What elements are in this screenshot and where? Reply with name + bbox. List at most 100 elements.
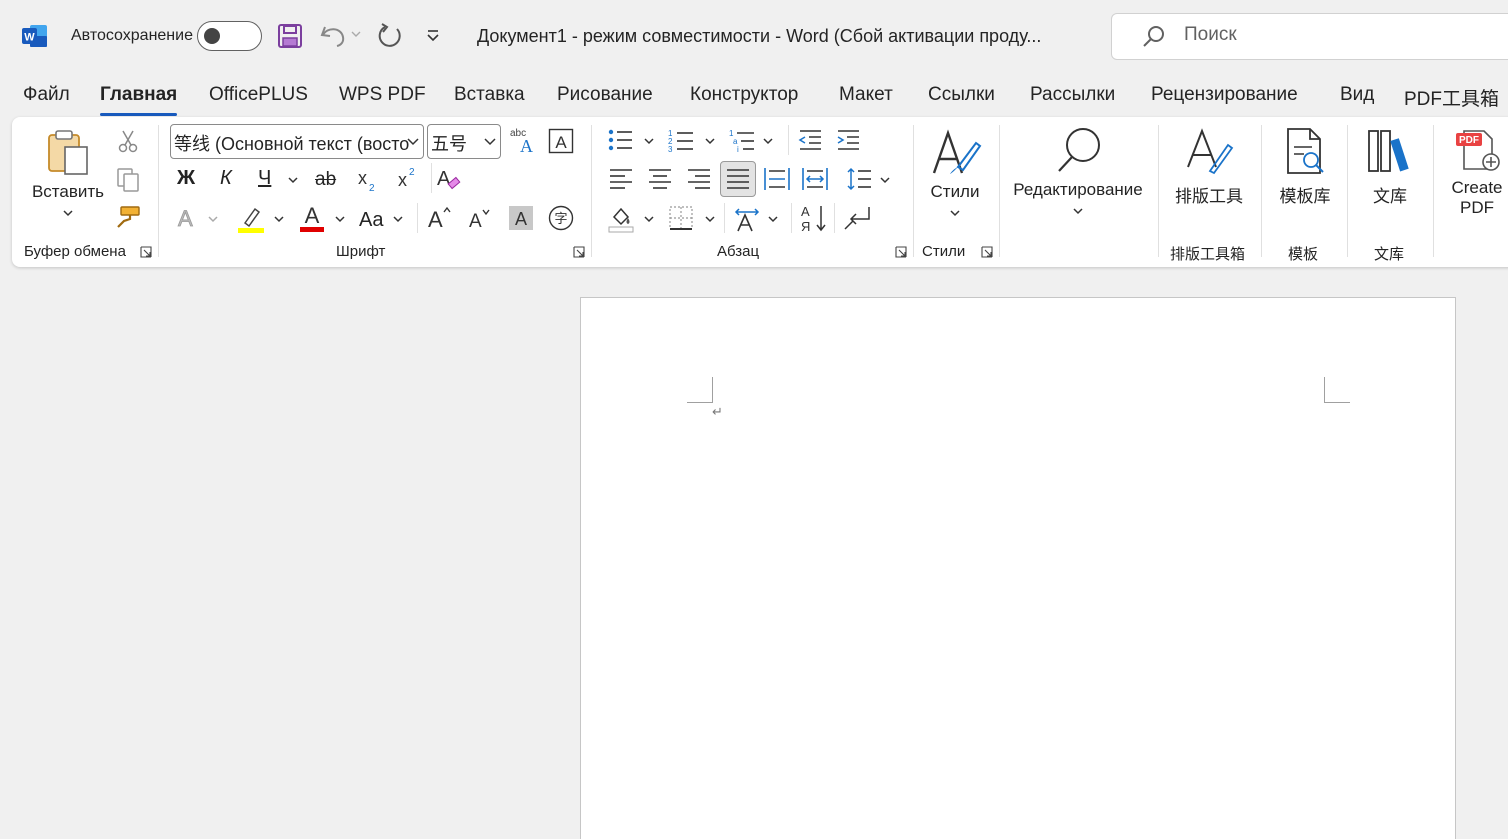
decrease-indent-icon[interactable] — [798, 129, 822, 151]
clear-formatting-icon[interactable]: A — [436, 165, 462, 193]
copy-icon[interactable] — [116, 167, 140, 193]
character-shading-icon[interactable]: A — [508, 205, 534, 231]
align-center-icon[interactable] — [648, 168, 672, 190]
search-box[interactable] — [1111, 13, 1508, 60]
change-case-dropdown-icon[interactable] — [393, 215, 403, 223]
word-logo-icon: W — [22, 25, 47, 47]
asian-layout-icon[interactable] — [733, 205, 761, 233]
increase-indent-icon[interactable] — [836, 129, 860, 151]
borders-icon[interactable] — [669, 206, 693, 230]
shading-icon[interactable] — [608, 205, 634, 233]
paragraph-launcher-icon[interactable] — [895, 246, 907, 258]
autosave-toggle[interactable] — [197, 21, 262, 51]
highlight-dropdown-icon[interactable] — [274, 215, 284, 223]
layout-tool-icon — [1187, 128, 1234, 175]
tab-draw[interactable]: Рисование — [557, 84, 653, 106]
tab-pdf-toolbox[interactable]: PDF工具箱 — [1404, 84, 1499, 111]
bullets-icon[interactable] — [607, 128, 633, 152]
numbering-icon[interactable]: 123 — [668, 128, 694, 154]
paragraph-group-label: Абзац — [717, 243, 760, 260]
line-spacing-icon[interactable] — [846, 167, 872, 191]
customize-qat-icon[interactable] — [425, 29, 441, 43]
library-button[interactable]: 文库 — [1356, 127, 1424, 207]
subscript-icon[interactable]: x 2 — [356, 167, 378, 193]
svg-text:A: A — [515, 209, 527, 229]
bullets-dropdown-icon[interactable] — [644, 137, 654, 145]
create-pdf-icon: PDF — [1456, 130, 1500, 171]
asian-layout-dropdown-icon[interactable] — [768, 215, 778, 223]
distributed-icon[interactable] — [764, 167, 790, 191]
tab-references[interactable]: Ссылки — [928, 84, 995, 106]
multilevel-list-icon[interactable]: 1ai — [729, 128, 755, 154]
tab-wps-pdf[interactable]: WPS PDF — [339, 84, 426, 106]
shading-dropdown-icon[interactable] — [644, 215, 654, 223]
highlight-color-icon[interactable] — [237, 205, 265, 233]
change-case-button[interactable]: Aa — [359, 209, 383, 232]
search-input[interactable] — [1184, 24, 1434, 46]
character-border-icon[interactable]: A — [548, 128, 574, 154]
styles-button[interactable]: Стили — [922, 127, 988, 222]
font-color-dropdown-icon[interactable] — [335, 215, 345, 223]
undo-icon[interactable] — [319, 23, 347, 49]
create-pdf-button[interactable]: PDF Create PDF — [1442, 127, 1508, 218]
sort-icon[interactable]: А Я — [800, 203, 828, 233]
text-effects-icon[interactable]: A — [176, 205, 200, 231]
svg-text:A: A — [305, 203, 320, 228]
show-formatting-marks-icon[interactable] — [843, 205, 871, 231]
library-group-label: 文库 — [1374, 246, 1405, 263]
font-launcher-icon[interactable] — [573, 246, 585, 258]
grow-font-icon[interactable]: A — [426, 203, 454, 231]
font-color-icon[interactable]: A — [299, 203, 325, 233]
search-icon — [1143, 26, 1164, 47]
justify-button[interactable] — [720, 161, 756, 197]
undo-dropdown-icon[interactable] — [351, 30, 361, 38]
layout-tool-button[interactable]: 排版工具 — [1168, 127, 1250, 207]
format-painter-icon[interactable] — [115, 205, 141, 229]
paste-label: Вставить — [31, 182, 105, 201]
paste-icon — [48, 130, 88, 175]
numbering-dropdown-icon[interactable] — [705, 137, 715, 145]
font-name-combo[interactable]: 等线 (Основной текст (восто — [170, 124, 424, 159]
tab-design[interactable]: Конструктор — [690, 84, 798, 106]
title-bar: W Автосохранение Документ1 - режим совме… — [0, 0, 1508, 72]
layout-toolbox-group-label: 排版工具箱 — [1170, 246, 1246, 263]
save-icon[interactable] — [277, 23, 303, 49]
cut-icon[interactable] — [118, 129, 138, 153]
enclose-characters-icon[interactable]: 字 — [548, 205, 574, 231]
group-separator — [999, 125, 1000, 257]
clipboard-launcher-icon[interactable] — [140, 246, 152, 258]
change-language-icon[interactable]: abc A — [508, 126, 536, 154]
multilevel-dropdown-icon[interactable] — [763, 137, 773, 145]
redo-icon[interactable] — [375, 23, 403, 49]
line-spacing-dropdown-icon[interactable] — [880, 176, 890, 184]
bold-button[interactable]: Ж — [177, 167, 195, 190]
tab-view[interactable]: Вид — [1340, 84, 1374, 106]
templates-label: 模板库 — [1279, 187, 1331, 206]
svg-text:PDF: PDF — [1459, 135, 1479, 146]
underline-dropdown-icon[interactable] — [288, 176, 298, 184]
align-right-icon[interactable] — [687, 168, 711, 190]
tab-home[interactable]: Главная — [100, 84, 178, 116]
font-size-value: 五号 — [431, 134, 467, 154]
tab-officeplus[interactable]: OfficePLUS — [209, 84, 308, 106]
italic-button[interactable]: К — [220, 167, 232, 190]
character-scaling-icon[interactable] — [802, 167, 828, 191]
strikethrough-button[interactable]: ab — [315, 169, 336, 191]
tab-review[interactable]: Рецензирование — [1151, 84, 1298, 106]
templates-button[interactable]: 模板库 — [1270, 127, 1340, 207]
tab-layout[interactable]: Макет — [839, 84, 893, 106]
tab-file[interactable]: Файл — [23, 84, 70, 106]
font-size-combo[interactable]: 五号 — [427, 124, 501, 159]
paste-button[interactable]: Вставить — [30, 129, 106, 222]
underline-button[interactable]: Ч — [258, 167, 271, 190]
align-left-icon[interactable] — [609, 168, 633, 190]
autosave-label: Автосохранение — [71, 27, 193, 44]
tab-mailings[interactable]: Рассылки — [1030, 84, 1115, 106]
tab-insert[interactable]: Вставка — [454, 84, 525, 106]
shrink-font-icon[interactable]: A — [467, 205, 493, 231]
borders-dropdown-icon[interactable] — [705, 215, 715, 223]
text-effects-dropdown-icon[interactable] — [208, 215, 218, 223]
superscript-icon[interactable]: x 2 — [396, 165, 418, 191]
editing-button[interactable]: Редактирование — [1008, 125, 1148, 220]
styles-launcher-icon[interactable] — [981, 246, 993, 258]
